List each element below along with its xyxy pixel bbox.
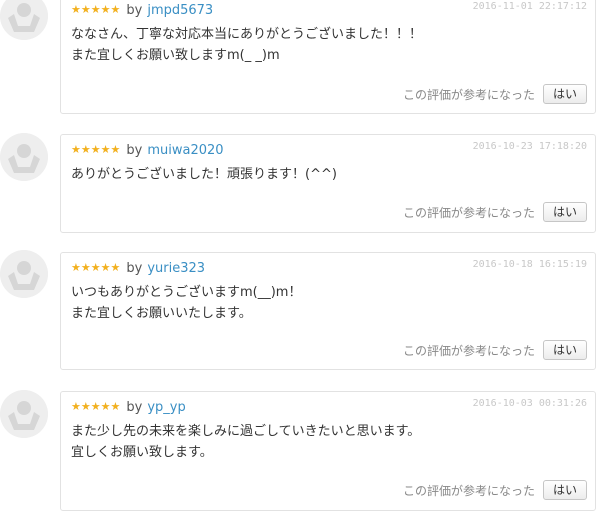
- review-header: ★ ★ ★ ★ ★ by jmpd5673: [71, 1, 213, 19]
- review-card: ★ ★ ★ ★ ★ by yurie323 2016-10-18 16:15:19 いつ…: [60, 252, 596, 370]
- helpful-row: この評価が参考になった はい: [403, 480, 587, 500]
- helpful-question: この評価が参考になった: [402, 87, 535, 102]
- review-card: ★ ★ ★ ★ ★ by yp_yp 2016-10-03 00:31:26 また少し先…: [60, 391, 596, 511]
- star-icon: ★: [80, 3, 91, 16]
- helpful-question: この評価が参考になった: [402, 483, 535, 498]
- rating-stars: ★ ★ ★ ★ ★: [71, 144, 120, 156]
- star-icon: ★: [90, 143, 101, 156]
- review-date: 2016-10-03 00:31:26: [472, 398, 587, 409]
- avatar[interactable]: [0, 133, 48, 181]
- helpful-yes-button[interactable]: はい: [542, 340, 587, 360]
- review-text-line: ななさん、丁寧な対応本当にありがとうございました！！！: [71, 27, 423, 42]
- star-icon: ★: [100, 261, 111, 274]
- rating-stars: ★ ★ ★ ★ ★: [71, 401, 120, 413]
- review-text-line: また宜しくお願い致しますm(_ _)m: [71, 48, 280, 63]
- star-icon: ★: [90, 3, 101, 16]
- star-icon: ★: [71, 143, 81, 156]
- rating-stars: ★ ★ ★ ★ ★: [71, 4, 120, 16]
- review-text-line: ありがとうございました！頑張ります！(^^): [71, 167, 337, 182]
- review-text-line: また少し先の未来を楽しみに過ごしていきたいと思います。: [71, 424, 421, 439]
- helpful-yes-button[interactable]: はい: [542, 202, 587, 222]
- review-header: ★ ★ ★ ★ ★ by yurie323: [71, 259, 205, 277]
- review-text: ありがとうございました！頑張ります！(^^): [71, 164, 337, 185]
- helpful-question: この評価が参考になった: [402, 343, 535, 358]
- star-icon: ★: [80, 143, 91, 156]
- star-icon: ★: [100, 3, 111, 16]
- review-card: ★ ★ ★ ★ ★ by muiwa2020 2016-10-23 17:18:20 あ…: [60, 134, 596, 233]
- user-silhouette-icon: [0, 0, 48, 40]
- star-icon: ★: [80, 261, 91, 274]
- star-icon: ★: [71, 261, 81, 274]
- reviewer-username-link[interactable]: jmpd5673: [147, 3, 213, 18]
- review-date: 2016-10-18 16:15:19: [472, 259, 587, 270]
- helpful-row: この評価が参考になった はい: [403, 340, 587, 360]
- star-icon: ★: [71, 400, 81, 413]
- star-icon: ★: [80, 400, 91, 413]
- review-date: 2016-11-01 22:17:12: [472, 1, 587, 12]
- review-date: 2016-10-23 17:18:20: [472, 141, 587, 152]
- user-silhouette-icon: [0, 133, 48, 181]
- helpful-yes-button[interactable]: はい: [542, 480, 587, 500]
- by-label: by: [126, 142, 143, 158]
- star-icon: ★: [110, 143, 121, 156]
- star-icon: ★: [90, 261, 101, 274]
- review-text-line: また宜しくお願いいたします。: [71, 306, 252, 321]
- review-card: ★ ★ ★ ★ ★ by jmpd5673 2016-11-01 22:17:12 なな…: [60, 0, 596, 114]
- user-silhouette-icon: [0, 250, 48, 298]
- helpful-yes-button[interactable]: はい: [542, 84, 587, 104]
- star-icon: ★: [110, 261, 121, 274]
- by-label: by: [126, 399, 143, 415]
- avatar[interactable]: [0, 0, 48, 40]
- review-text-line: 宜しくお願い致します。: [71, 445, 213, 460]
- star-icon: ★: [90, 400, 101, 413]
- avatar[interactable]: [0, 390, 48, 438]
- reviewer-username-link[interactable]: muiwa2020: [147, 143, 223, 158]
- star-icon: ★: [110, 400, 121, 413]
- avatar[interactable]: [0, 250, 48, 298]
- review-header: ★ ★ ★ ★ ★ by yp_yp: [71, 398, 186, 416]
- rating-stars: ★ ★ ★ ★ ★: [71, 262, 120, 274]
- reviewer-username-link[interactable]: yp_yp: [147, 400, 185, 415]
- review-text: いつもありがとうございますm(__)m！ また宜しくお願いいたします。: [71, 282, 301, 324]
- helpful-row: この評価が参考になった はい: [403, 202, 587, 222]
- helpful-question: この評価が参考になった: [402, 205, 535, 220]
- star-icon: ★: [71, 3, 81, 16]
- by-label: by: [126, 2, 143, 18]
- reviewer-username-link[interactable]: yurie323: [147, 261, 205, 276]
- review-text: ななさん、丁寧な対応本当にありがとうございました！！！ また宜しくお願い致します…: [71, 24, 422, 66]
- star-icon: ★: [110, 3, 121, 16]
- review-text: また少し先の未来を楽しみに過ごしていきたいと思います。 宜しくお願い致します。: [71, 421, 420, 463]
- by-label: by: [126, 260, 143, 276]
- review-header: ★ ★ ★ ★ ★ by muiwa2020: [71, 141, 224, 159]
- review-text-line: いつもありがとうございますm(__)m！: [71, 285, 302, 300]
- user-silhouette-icon: [0, 390, 48, 438]
- star-icon: ★: [100, 143, 111, 156]
- star-icon: ★: [100, 400, 111, 413]
- helpful-row: この評価が参考になった はい: [403, 84, 587, 104]
